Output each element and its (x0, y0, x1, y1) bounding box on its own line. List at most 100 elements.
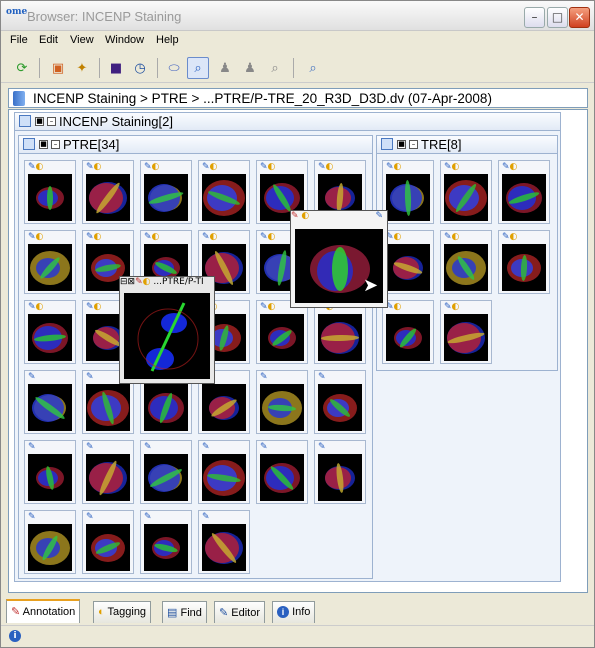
microscopy-image (28, 524, 72, 571)
thumbnail-status-icons: ✎◐ (260, 232, 276, 242)
edit-icon[interactable]: ✎ (375, 211, 383, 221)
tab-annotation[interactable]: ✎ Annotation (6, 599, 81, 623)
image-thumbnail[interactable]: ✎ (314, 440, 366, 504)
browser-canvas[interactable]: ■ – INCENP Staining[2] ■ – PTRE[34] ✎◐ ✎◐… (8, 109, 588, 593)
microscopy-image (260, 384, 304, 431)
toolbar-separator (293, 58, 294, 78)
image-thumbnail[interactable]: ✎◐ (440, 160, 492, 224)
image-thumbnail[interactable]: ✎ (198, 440, 250, 504)
tab-info[interactable]: i Info (272, 601, 316, 623)
microscopy-image (318, 314, 362, 361)
annotate-icon[interactable]: ⬭ (163, 57, 185, 79)
browser-window: ome Browser: INCENP Staining – □ ✕ File … (0, 0, 595, 648)
image-thumbnail[interactable]: ✎◐ (382, 300, 434, 364)
image-thumbnail[interactable]: ✎ (82, 440, 134, 504)
image-thumbnail[interactable]: ✎ (140, 510, 192, 574)
microscopy-image (386, 244, 430, 291)
image-thumbnail[interactable]: ✎ (24, 440, 76, 504)
image-thumbnail[interactable]: ✎ (140, 440, 192, 504)
tab-editor[interactable]: ✎ Editor (214, 601, 266, 623)
menu-help[interactable]: Help (156, 34, 179, 46)
thumbnail-popup-large[interactable]: ✎ ◐ ✎ ➤ (290, 210, 388, 308)
thumbnail-status-icons: ✎◐ (260, 302, 276, 312)
panel-tre[interactable]: ■ – TRE[8] ✎◐ ✎◐ ✎◐ ✎◐ ✎◐ ✎◐ ✎◐ ✎◐ (376, 135, 558, 371)
microscopy-image (144, 384, 188, 431)
image-thumbnail[interactable]: ✎ (256, 370, 308, 434)
zoom-icon[interactable]: ⌕ (187, 57, 209, 79)
expand-icon[interactable]: ■ (39, 140, 48, 149)
minimize-button[interactable]: – (524, 7, 545, 28)
image-thumbnail[interactable]: ✎◐ (314, 300, 366, 364)
image-thumbnail[interactable]: ✎◐ (24, 160, 76, 224)
microscopy-image (318, 454, 362, 501)
image-thumbnail[interactable]: ✎ (24, 370, 76, 434)
refresh-icon[interactable]: ⟳ (11, 57, 33, 79)
image-thumbnail[interactable]: ✎ (24, 510, 76, 574)
collapse-icon[interactable]: – (409, 140, 418, 149)
image-thumbnail[interactable]: ✎ (314, 370, 366, 434)
image-thumbnail[interactable]: ✎◐ (440, 300, 492, 364)
image-thumbnail[interactable]: ✎ (82, 510, 134, 574)
microscopy-image (502, 174, 546, 221)
zoom-fit-icon[interactable]: ⌕ (264, 57, 286, 79)
minimize-icon[interactable]: ⊟ (120, 277, 128, 287)
collapse-icon[interactable]: – (47, 117, 56, 126)
image-thumbnail[interactable]: ✎◐ (498, 230, 550, 294)
image-thumbnail[interactable]: ✎ (198, 510, 250, 574)
microscopy-image (86, 384, 130, 431)
menu-window[interactable]: Window (105, 34, 144, 46)
menu-file[interactable]: File (10, 34, 28, 46)
folder-icon (381, 138, 393, 150)
microscopy-image (318, 384, 362, 431)
thumbnail-status-icons: ✎◐ (86, 162, 102, 172)
close-icon[interactable]: ⊠ (128, 277, 136, 287)
zoom-in-icon[interactable]: ♟ (214, 57, 236, 79)
close-button[interactable]: ✕ (569, 7, 590, 28)
cursor-icon: ➤ (363, 275, 379, 296)
microscopy-image (386, 314, 430, 361)
image-thumbnail[interactable]: ✎◐ (382, 160, 434, 224)
panel-title-bar: ■ – INCENP Staining[2] (15, 113, 560, 131)
thumbnail-status-icons: ✎ (260, 442, 268, 452)
info-icon: i (277, 606, 289, 618)
thumbnail-status-icons: ✎ (86, 372, 94, 382)
maximize-button[interactable]: □ (547, 7, 568, 28)
thumbnail-status-icons: ✎ (202, 442, 210, 452)
expand-icon[interactable]: ■ (397, 140, 406, 149)
image-thumbnail[interactable]: ✎◐ (140, 160, 192, 224)
info-icon[interactable]: i (9, 630, 21, 642)
image-thumbnail[interactable]: ✎◐ (256, 300, 308, 364)
clock-icon[interactable]: ◷ (129, 57, 151, 79)
thumbnail-status-icons: ✎ (28, 372, 36, 382)
folder-icon (23, 138, 35, 150)
microscopy-image (386, 174, 430, 221)
zoom-out-icon[interactable]: ♟ (239, 57, 261, 79)
collapse-icon[interactable]: – (51, 140, 60, 149)
expand-icon[interactable]: ■ (35, 117, 44, 126)
thumbnail-popup-small[interactable]: ⊟⊠✎◐ ...PTRE/P-TI (119, 276, 215, 384)
tab-find[interactable]: ▤ Find (162, 601, 207, 623)
search-icon[interactable]: ⌕ (302, 57, 324, 79)
thumbnail-status-icons: ✎◐ (28, 302, 44, 312)
thumbnail-status-icons: ✎◐ (202, 232, 218, 242)
image-thumbnail[interactable]: ✎◐ (198, 160, 250, 224)
thumbnail-status-icons: ✎◐ (86, 302, 102, 312)
tab-tagging[interactable]: ◐ Tagging (93, 601, 152, 623)
image-thumbnail[interactable]: ✎◐ (24, 300, 76, 364)
properties-icon[interactable]: ✦ (71, 57, 93, 79)
image-thumbnail[interactable]: ✎ (256, 440, 308, 504)
microscopy-image (202, 174, 246, 221)
image-thumbnail[interactable]: ✎◐ (498, 160, 550, 224)
image-thumbnail[interactable]: ✎◐ (382, 230, 434, 294)
thumbnail-status-icons: ✎◐ (386, 232, 402, 242)
new-window-icon[interactable]: ▣ (47, 57, 69, 79)
menu-view[interactable]: View (70, 34, 94, 46)
panel-incenp-staining[interactable]: ■ – INCENP Staining[2] ■ – PTRE[34] ✎◐ ✎◐… (14, 112, 561, 582)
image-thumbnail[interactable]: ✎◐ (82, 160, 134, 224)
layout-icon[interactable]: ■ (105, 57, 127, 79)
microscopy-image (144, 454, 188, 501)
microscopy-image (124, 293, 210, 379)
image-thumbnail[interactable]: ✎◐ (24, 230, 76, 294)
menu-edit[interactable]: Edit (39, 34, 58, 46)
image-thumbnail[interactable]: ✎◐ (440, 230, 492, 294)
